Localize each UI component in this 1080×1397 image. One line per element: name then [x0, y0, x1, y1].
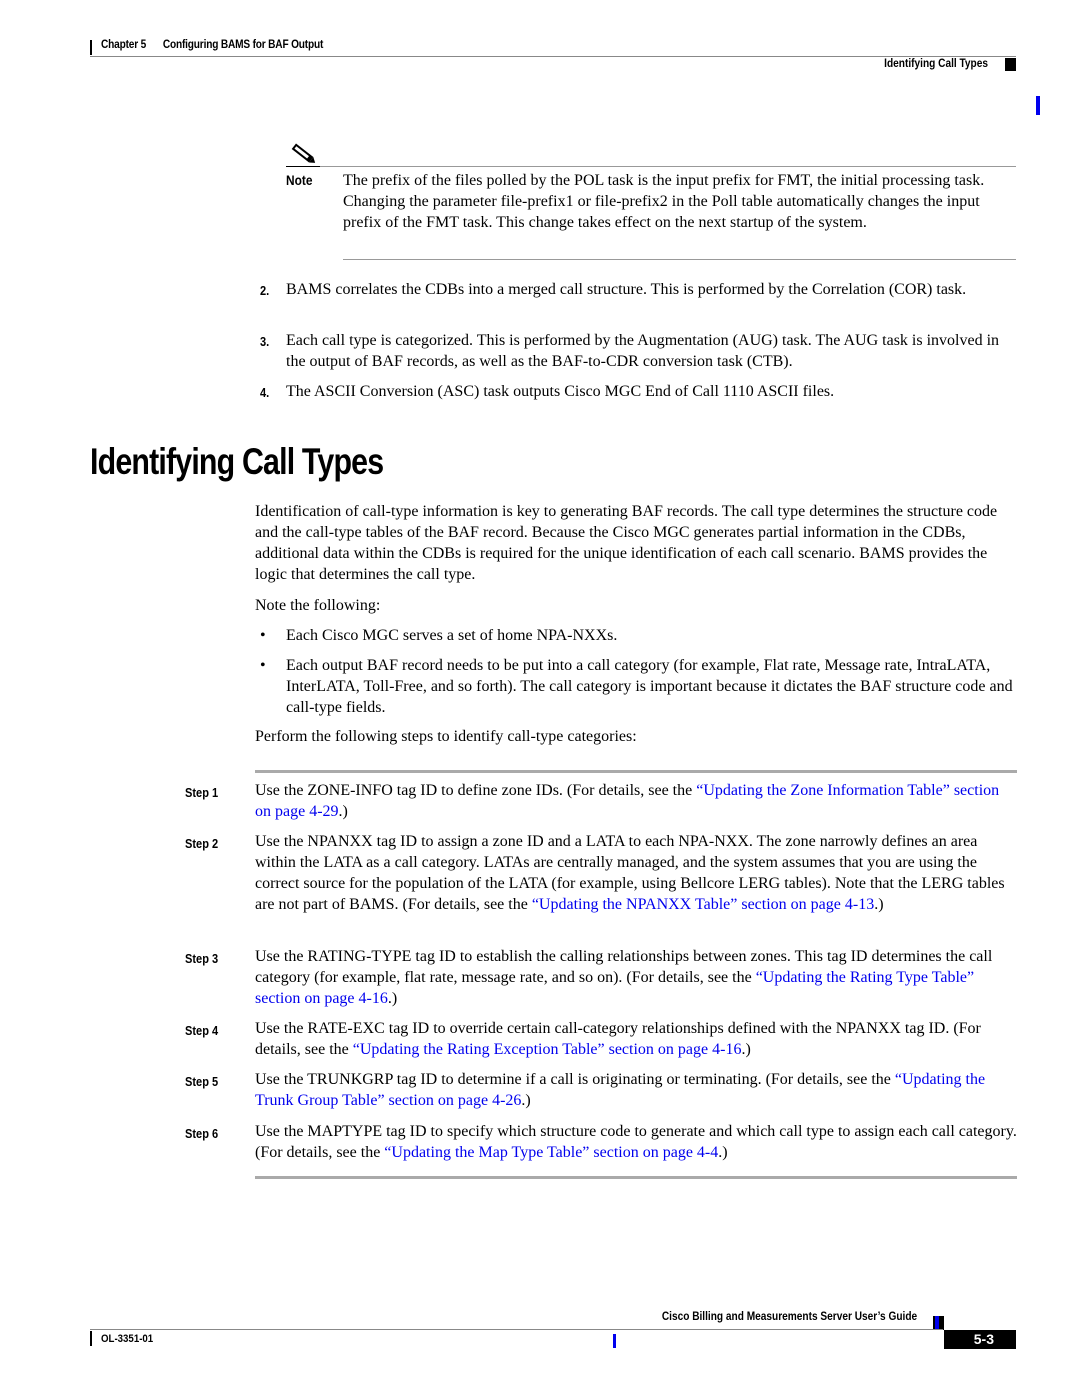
note-bottom-rule	[343, 259, 1016, 260]
step-text: Use the TRUNKGRP tag ID to determine if …	[255, 1071, 895, 1088]
step-text-end: .)	[874, 896, 884, 913]
chapter-number: Chapter 5	[101, 39, 147, 51]
list-item: 4. The ASCII Conversion (ASC) task outpu…	[260, 381, 1020, 402]
bullet-dot: •	[260, 657, 266, 674]
footer-change-bar	[935, 1316, 939, 1330]
footer-doc-number: OL-3351-01	[101, 1333, 154, 1345]
step-label: Step 2	[185, 836, 219, 851]
step-text-end: .)	[387, 990, 398, 1007]
bullet-dot: •	[260, 627, 266, 644]
footer-rule	[90, 1329, 943, 1330]
step-item: Step 4 Use the RATE-EXC tag ID to overri…	[185, 1018, 1017, 1060]
header-left-bar	[90, 40, 92, 55]
header-rule	[90, 56, 1016, 57]
list-text: BAMS correlates the CDBs into a merged c…	[286, 281, 967, 298]
step-text-end: .)	[718, 1144, 728, 1161]
step-text-end: .)	[338, 803, 348, 820]
change-bar-marker	[1036, 96, 1040, 115]
list-number: 4.	[260, 385, 270, 400]
step-item: Step 1 Use the ZONE-INFO tag ID to defin…	[185, 780, 1017, 822]
step-label: Step 1	[185, 785, 219, 800]
footer-guide-title: Cisco Billing and Measurements Server Us…	[661, 1311, 917, 1323]
footer-marker-box	[933, 1316, 944, 1330]
step-label: Step 5	[185, 1074, 219, 1089]
step-item: Step 5 Use the TRUNKGRP tag ID to determ…	[185, 1069, 1017, 1111]
step-label: Step 4	[185, 1023, 219, 1038]
note-icon-underline	[286, 166, 320, 167]
step-xref-link[interactable]: “Updating the Rating Exception Table” se…	[353, 1041, 742, 1058]
pencil-note-icon	[291, 143, 316, 163]
steps-top-rule	[255, 770, 1017, 773]
footer-change-bar-center	[613, 1334, 616, 1348]
intro-paragraph: Identification of call-type information …	[255, 503, 998, 583]
step-item: Step 6 Use the MAPTYPE tag ID to specify…	[185, 1121, 1017, 1163]
bullet-item: • Each Cisco MGC serves a set of home NP…	[260, 625, 1017, 646]
steps-bottom-rule	[255, 1176, 1017, 1179]
step-xref-link[interactable]: “Updating the NPANXX Table” section on p…	[532, 896, 874, 913]
step-xref-link[interactable]: “Updating the Map Type Table” section on…	[384, 1144, 718, 1161]
section-heading: Identifying Call Types	[90, 441, 384, 482]
page-number-box: 5-3	[944, 1330, 1016, 1349]
footer-left-bar	[90, 1331, 92, 1346]
page-number: 5-3	[973, 1331, 994, 1347]
step-item: Step 3 Use the RATING-TYPE tag ID to est…	[185, 946, 1017, 1009]
note-text: The prefix of the files polled by the PO…	[343, 172, 985, 231]
header-marker-square	[1005, 58, 1016, 71]
step-text-end: .)	[741, 1041, 751, 1058]
bullet-text: Each output BAF record needs to be put i…	[286, 657, 1013, 716]
running-header-chapter: Chapter 5 Configuring BAMS for BAF Outpu…	[101, 39, 323, 51]
chapter-title: Configuring BAMS for BAF Output	[162, 39, 324, 51]
list-item: 3. Each call type is categorized. This i…	[260, 330, 1020, 372]
note-top-rule	[286, 166, 1016, 167]
list-text: Each call type is categorized. This is p…	[286, 332, 1000, 370]
running-header-section: Identifying Call Types	[884, 58, 988, 70]
perform-intro-text: Perform the following steps to identify …	[255, 728, 637, 745]
step-item: Step 2 Use the NPANXX tag ID to assign a…	[185, 831, 1017, 915]
note-following-text: Note the following:	[255, 597, 381, 614]
step-label: Step 3	[185, 951, 219, 966]
list-number: 3.	[260, 334, 270, 349]
list-item: 2. BAMS correlates the CDBs into a merge…	[260, 279, 1020, 300]
bullet-text: Each Cisco MGC serves a set of home NPA-…	[286, 627, 618, 644]
list-text: The ASCII Conversion (ASC) task outputs …	[286, 383, 835, 400]
note-label: Note	[286, 172, 313, 188]
step-label: Step 6	[185, 1126, 219, 1141]
step-text: Use the ZONE-INFO tag ID to define zone …	[255, 782, 697, 799]
list-number: 2.	[260, 283, 270, 298]
bullet-item: • Each output BAF record needs to be put…	[260, 655, 1017, 718]
step-text-end: .)	[521, 1092, 531, 1109]
